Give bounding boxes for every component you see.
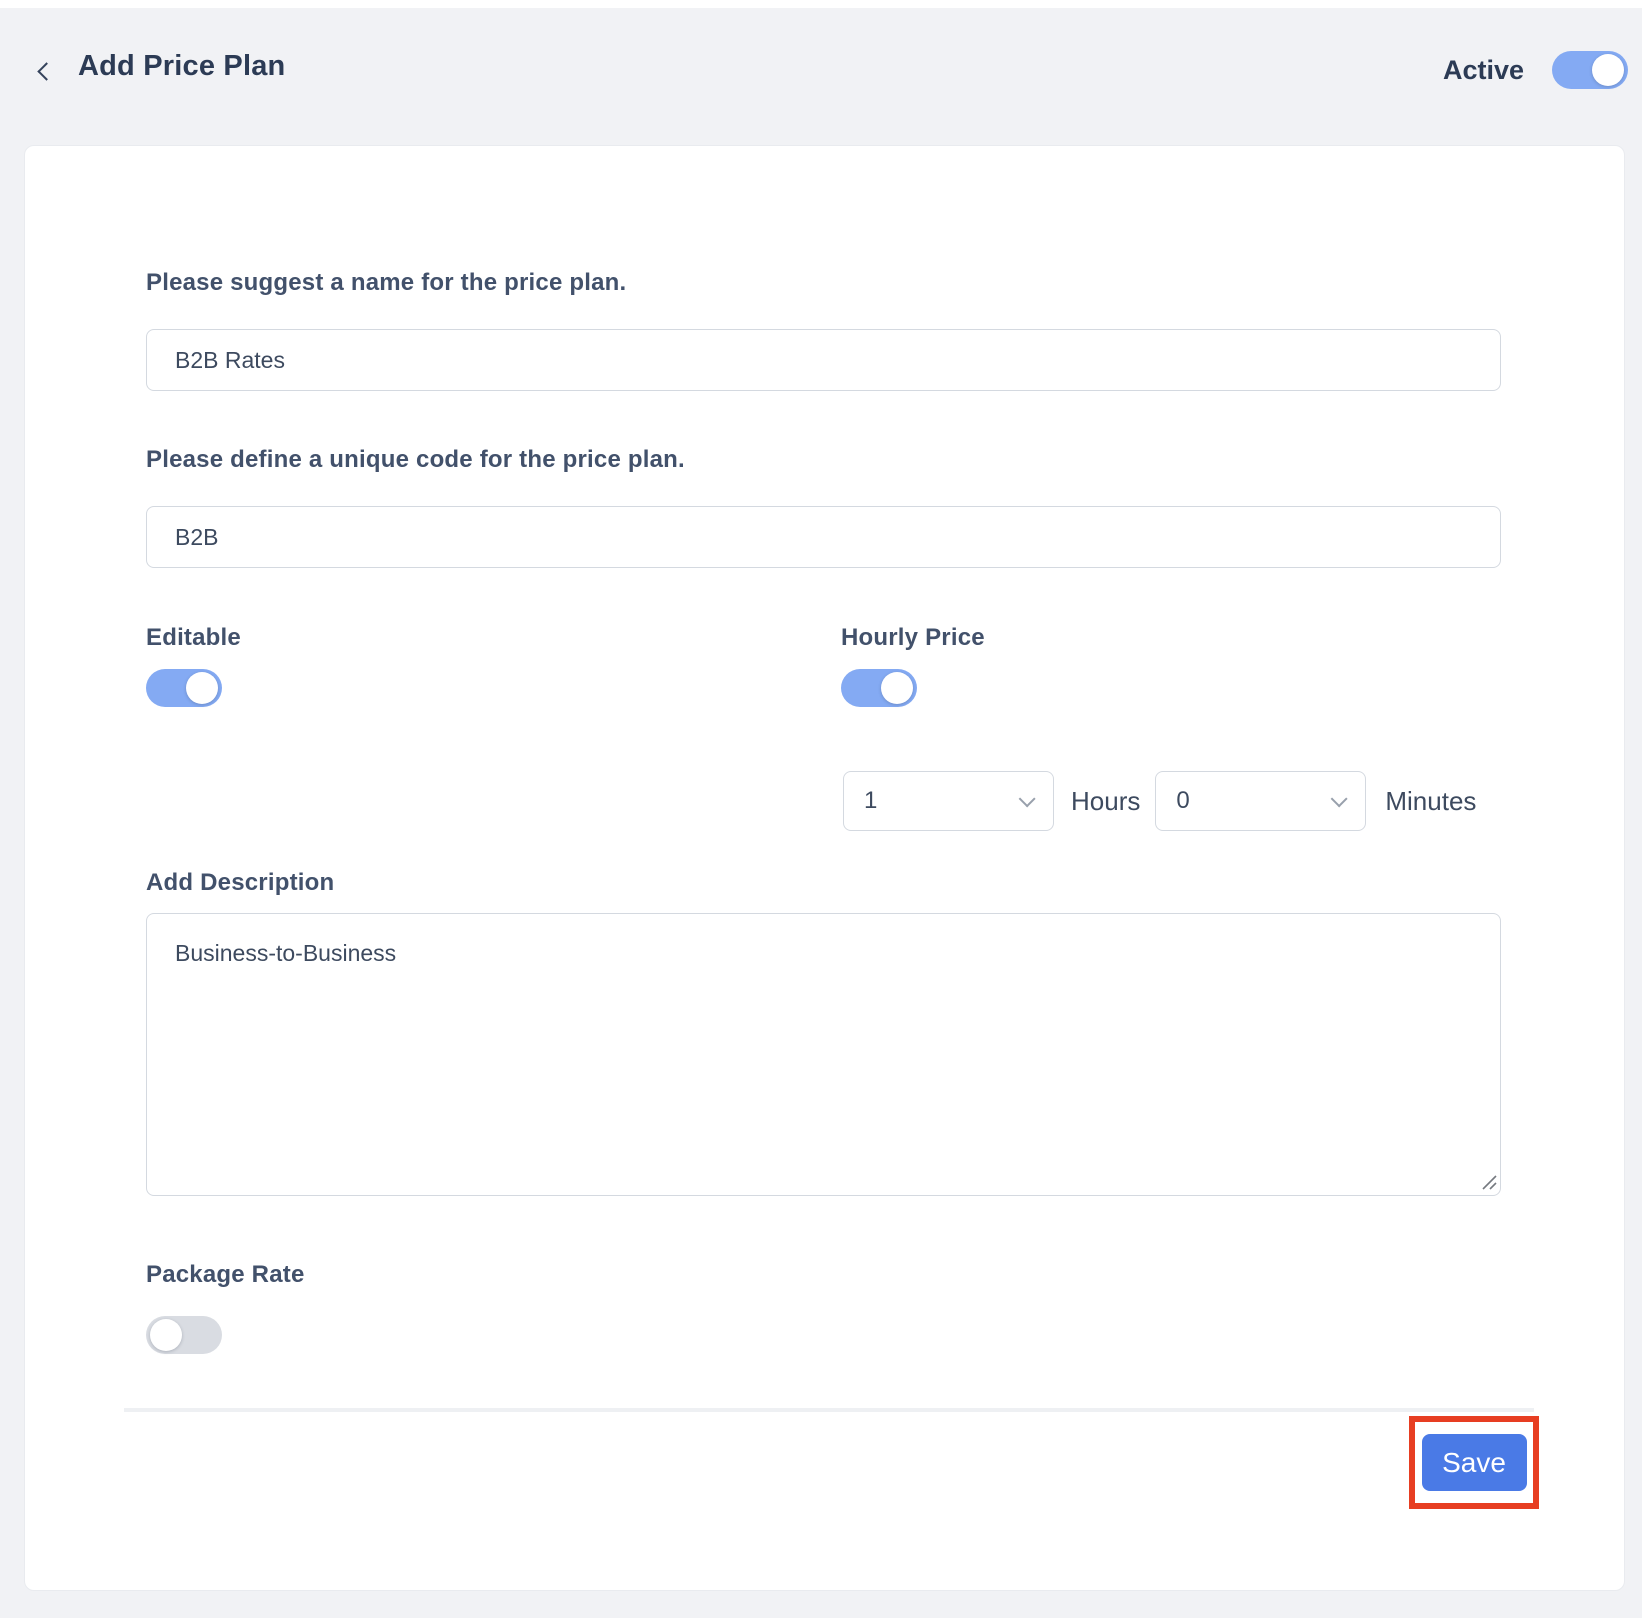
hourly-price-toggle[interactable] xyxy=(841,669,917,707)
toggle-knob xyxy=(881,672,913,704)
hours-select[interactable]: 1 xyxy=(843,771,1054,831)
active-label: Active xyxy=(1443,55,1524,86)
description-textarea[interactable]: Business-to-Business xyxy=(146,913,1501,1196)
chevron-down-icon xyxy=(1331,790,1348,807)
hours-unit-label: Hours xyxy=(1071,786,1140,817)
hourly-duration-row: 1 Hours 0 Minutes xyxy=(843,771,1476,831)
page-title: Add Price Plan xyxy=(78,50,285,83)
toggle-knob xyxy=(186,672,218,704)
footer-divider xyxy=(124,1408,1534,1412)
description-label: Add Description xyxy=(146,869,334,897)
editable-label: Editable xyxy=(146,624,241,652)
name-label: Please suggest a name for the price plan… xyxy=(146,269,626,297)
save-highlight-box: Save xyxy=(1409,1416,1539,1509)
resize-handle-icon[interactable] xyxy=(1480,1173,1498,1191)
page: Add Price Plan Active Please suggest a n… xyxy=(0,0,1642,1618)
top-strip xyxy=(0,0,1642,8)
code-input[interactable] xyxy=(146,506,1501,568)
package-rate-label: Package Rate xyxy=(146,1261,305,1289)
save-button[interactable]: Save xyxy=(1422,1434,1527,1491)
chevron-left-icon xyxy=(37,62,55,80)
hourly-price-label: Hourly Price xyxy=(841,624,985,652)
code-label: Please define a unique code for the pric… xyxy=(146,446,685,474)
form-card: Please suggest a name for the price plan… xyxy=(24,145,1625,1591)
active-toggle[interactable] xyxy=(1552,51,1628,89)
back-button[interactable] xyxy=(30,55,64,89)
minutes-select[interactable]: 0 xyxy=(1155,771,1366,831)
hours-select-value: 1 xyxy=(864,787,877,815)
name-input[interactable] xyxy=(146,329,1501,391)
chevron-down-icon xyxy=(1019,790,1036,807)
package-rate-toggle[interactable] xyxy=(146,1316,222,1354)
minutes-select-value: 0 xyxy=(1176,787,1189,815)
toggle-knob xyxy=(1592,54,1624,86)
minutes-unit-label: Minutes xyxy=(1385,786,1476,817)
editable-toggle[interactable] xyxy=(146,669,222,707)
toggle-knob xyxy=(150,1319,182,1351)
